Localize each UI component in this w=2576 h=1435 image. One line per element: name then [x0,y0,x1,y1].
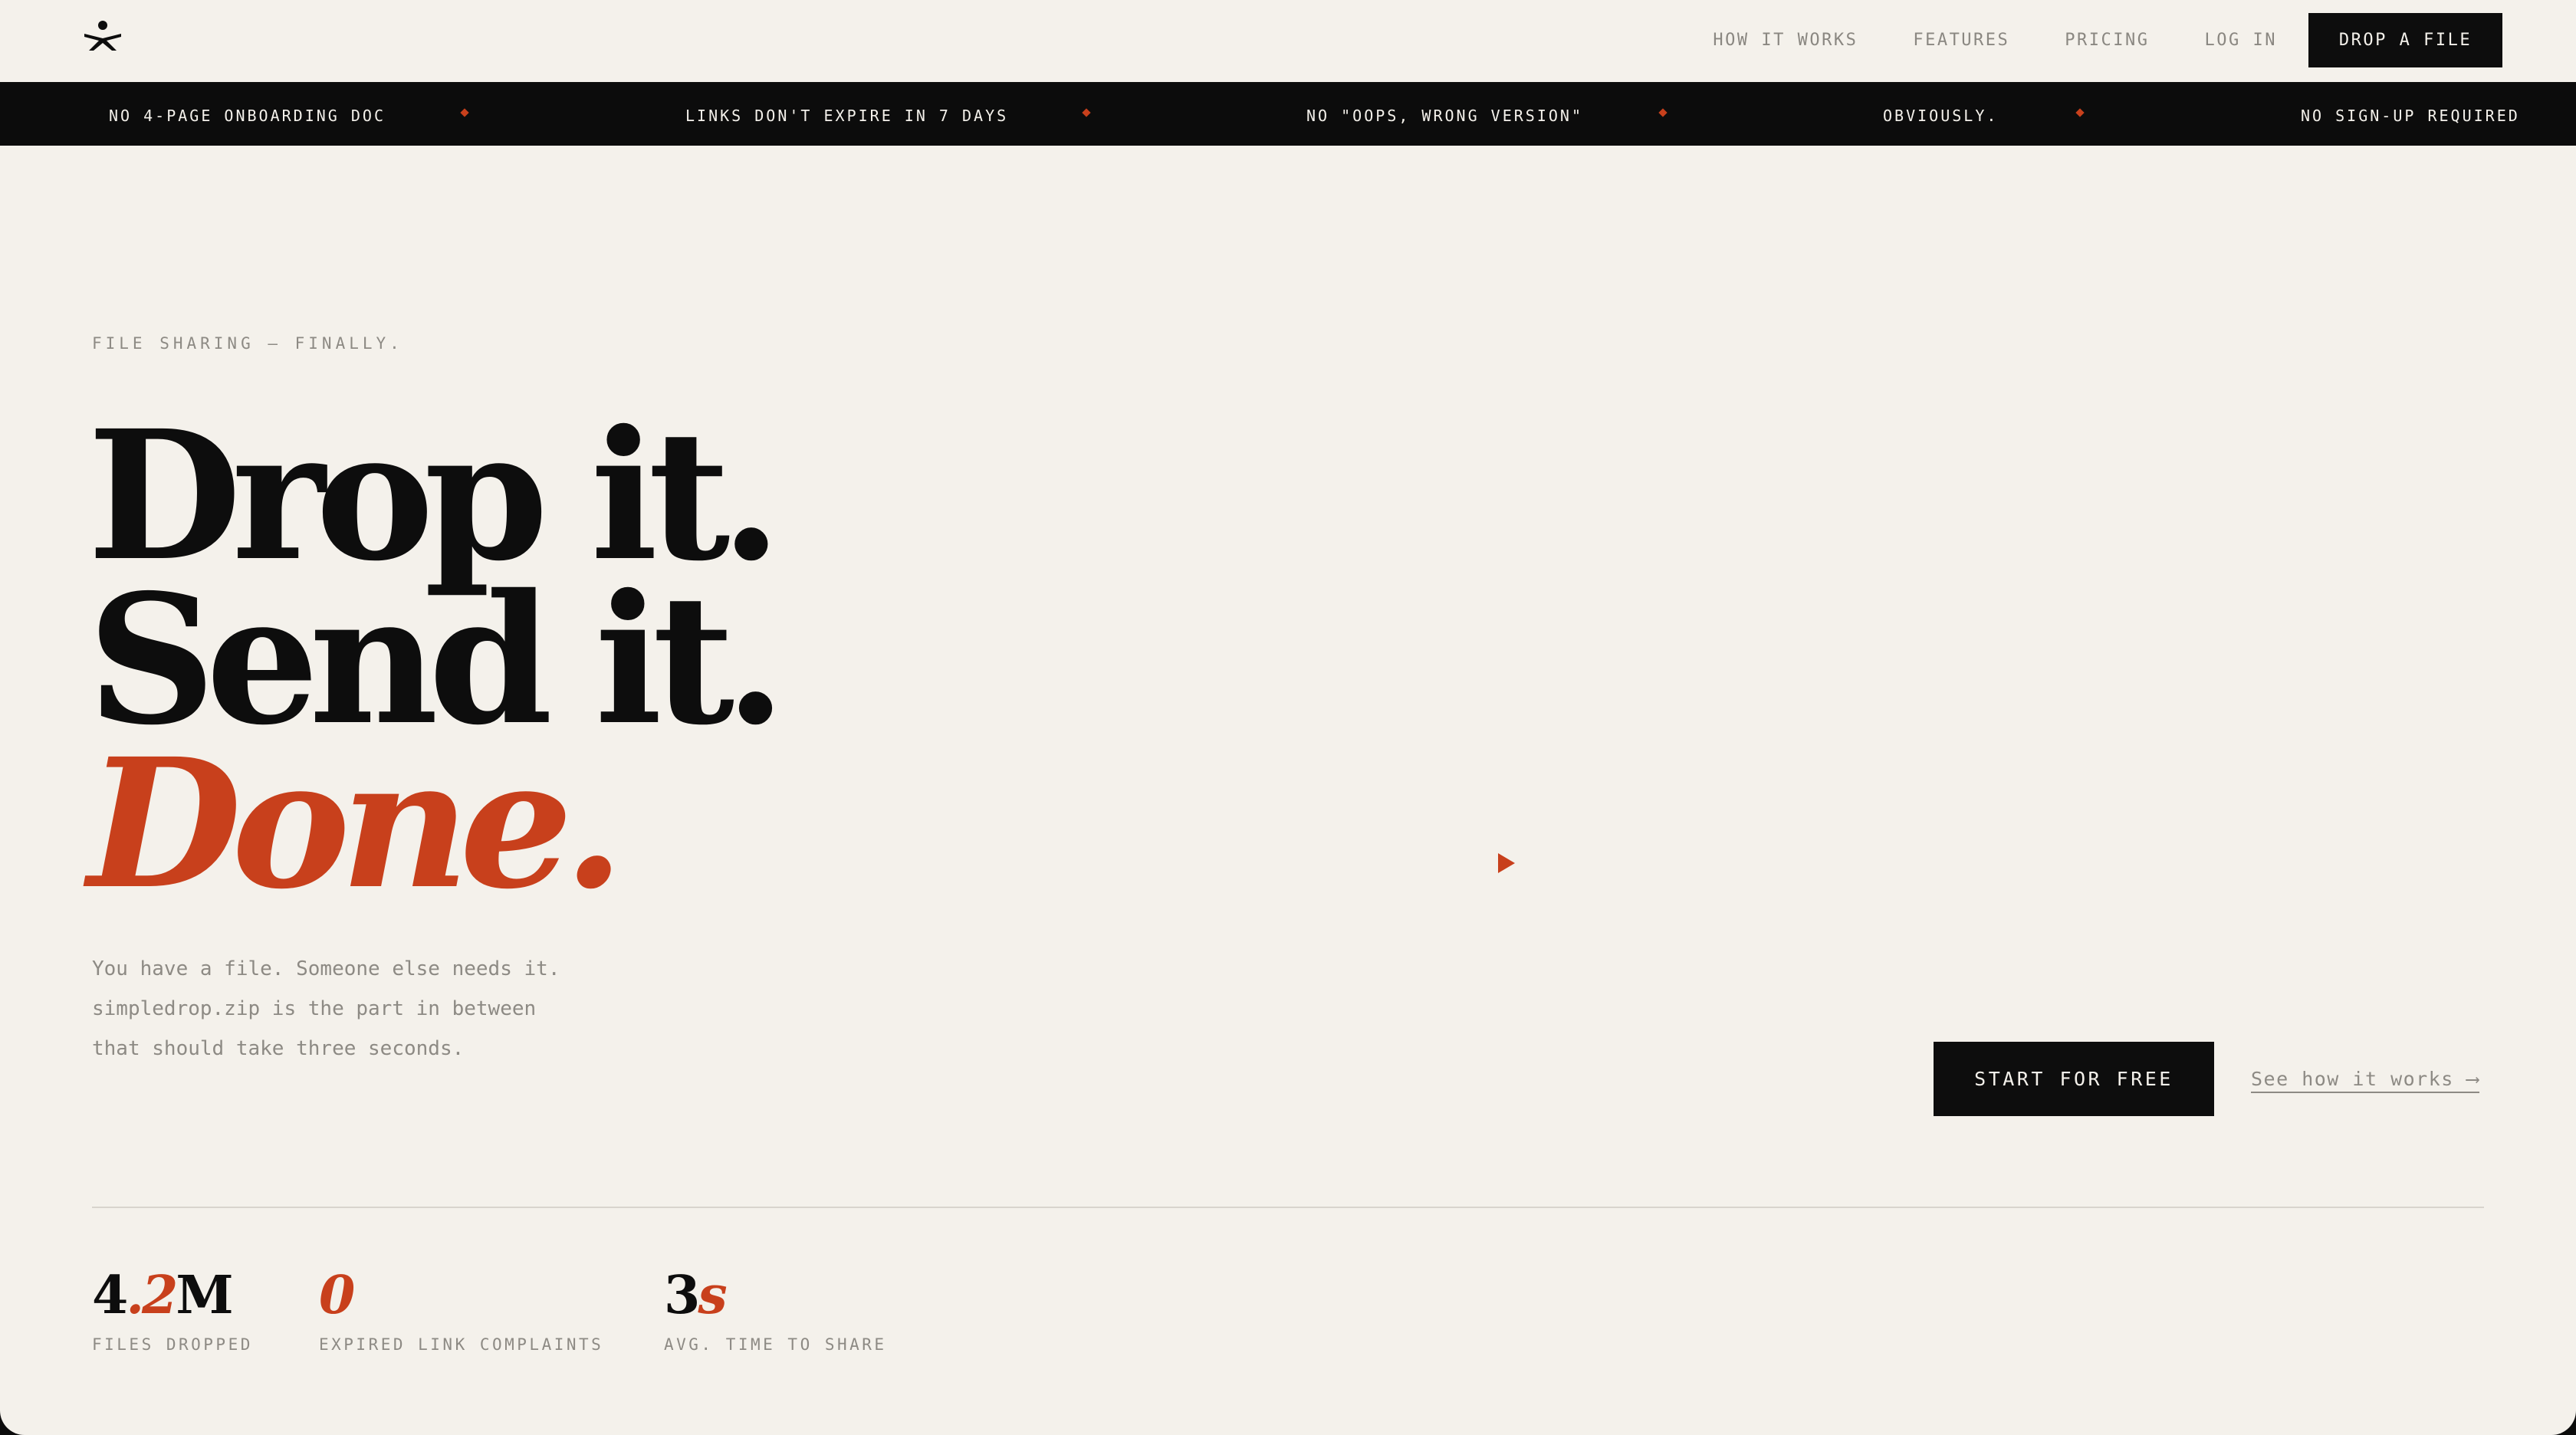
start-for-free-button[interactable]: START FOR FREE [1934,1042,2214,1116]
nav-links: HOW IT WORKS FEATURES PRICING LOG IN [1713,31,2277,50]
stat-value-accent: 0 [319,1265,355,1326]
figure-logo-icon[interactable] [81,20,124,51]
stat-files-dropped: 4.2M FILES DROPPED [92,1265,253,1354]
ticker-item: LINKS DON'T EXPIRE IN 7 DAYS [685,107,1009,125]
stat-label: EXPIRED LINK COMPLAINTS [319,1335,604,1354]
stat-label: AVG. TIME TO SHARE [664,1335,887,1354]
diamond-separator-icon [1082,108,1091,117]
diamond-separator-icon [1658,108,1668,117]
stat-value: 0 [319,1265,603,1326]
drop-a-file-button[interactable]: DROP A FILE [2308,13,2502,67]
nav-link-how-it-works[interactable]: HOW IT WORKS [1713,31,1858,50]
ticker-item: NO SIGN-UP REQUIRED [2301,107,2520,125]
ticker-item: NO 4-PAGE ONBOARDING DOC [109,107,386,125]
headline-line-done: Done. [87,719,625,928]
section-divider [92,1207,2484,1208]
nav-link-pricing[interactable]: PRICING [2065,31,2149,50]
marquee-ticker: NO 4-PAGE ONBOARDING DOC LINKS DON'T EXP… [0,82,2576,146]
landing-page: HOW IT WORKS FEATURES PRICING LOG IN DRO… [0,0,2576,1435]
stat-value-main: 4 [92,1265,128,1326]
stat-value: 4.2M [92,1265,253,1326]
stat-label: FILES DROPPED [92,1335,253,1354]
stat-avg-time-to-share: 3s AVG. TIME TO SHARE [664,1265,887,1354]
see-how-it-works-link[interactable]: See how it works ⟶ [2251,1068,2479,1093]
play-icon[interactable] [1498,853,1515,873]
subtext-line: simpledrop.zip is the part in between [92,997,537,1020]
ticker-item: NO "OOPS, WRONG VERSION" [1306,107,1583,125]
ticker-item: OBVIOUSLY. [1883,107,1999,125]
diamond-separator-icon [2075,108,2085,117]
stat-value-accent: .2 [126,1265,178,1326]
hero-headline: Drop it. Send it. Done. [87,391,787,928]
stat-expired-link-complaints: 0 EXPIRED LINK COMPLAINTS [319,1265,603,1354]
stat-value: 3s [664,1265,887,1326]
hero-subtext: You have a file. Someone else needs it. … [92,949,644,1069]
nav-link-features[interactable]: FEATURES [1913,31,2009,50]
stat-value-accent: s [698,1265,727,1326]
stat-value-suffix: M [176,1265,233,1326]
diamond-separator-icon [460,108,469,117]
headline-line-send: Send it. [87,555,787,764]
nav-link-log-in[interactable]: LOG IN [2205,31,2277,50]
stat-value-main: 3 [664,1265,700,1326]
subtext-line: that should take three seconds. [92,1037,465,1060]
headline-line-drop: Drop it. [87,391,782,600]
hero-eyebrow: FILE SHARING — FINALLY. [92,334,403,353]
top-nav: HOW IT WORKS FEATURES PRICING LOG IN DRO… [0,0,2576,82]
subtext-line: You have a file. Someone else needs it. [92,957,560,980]
